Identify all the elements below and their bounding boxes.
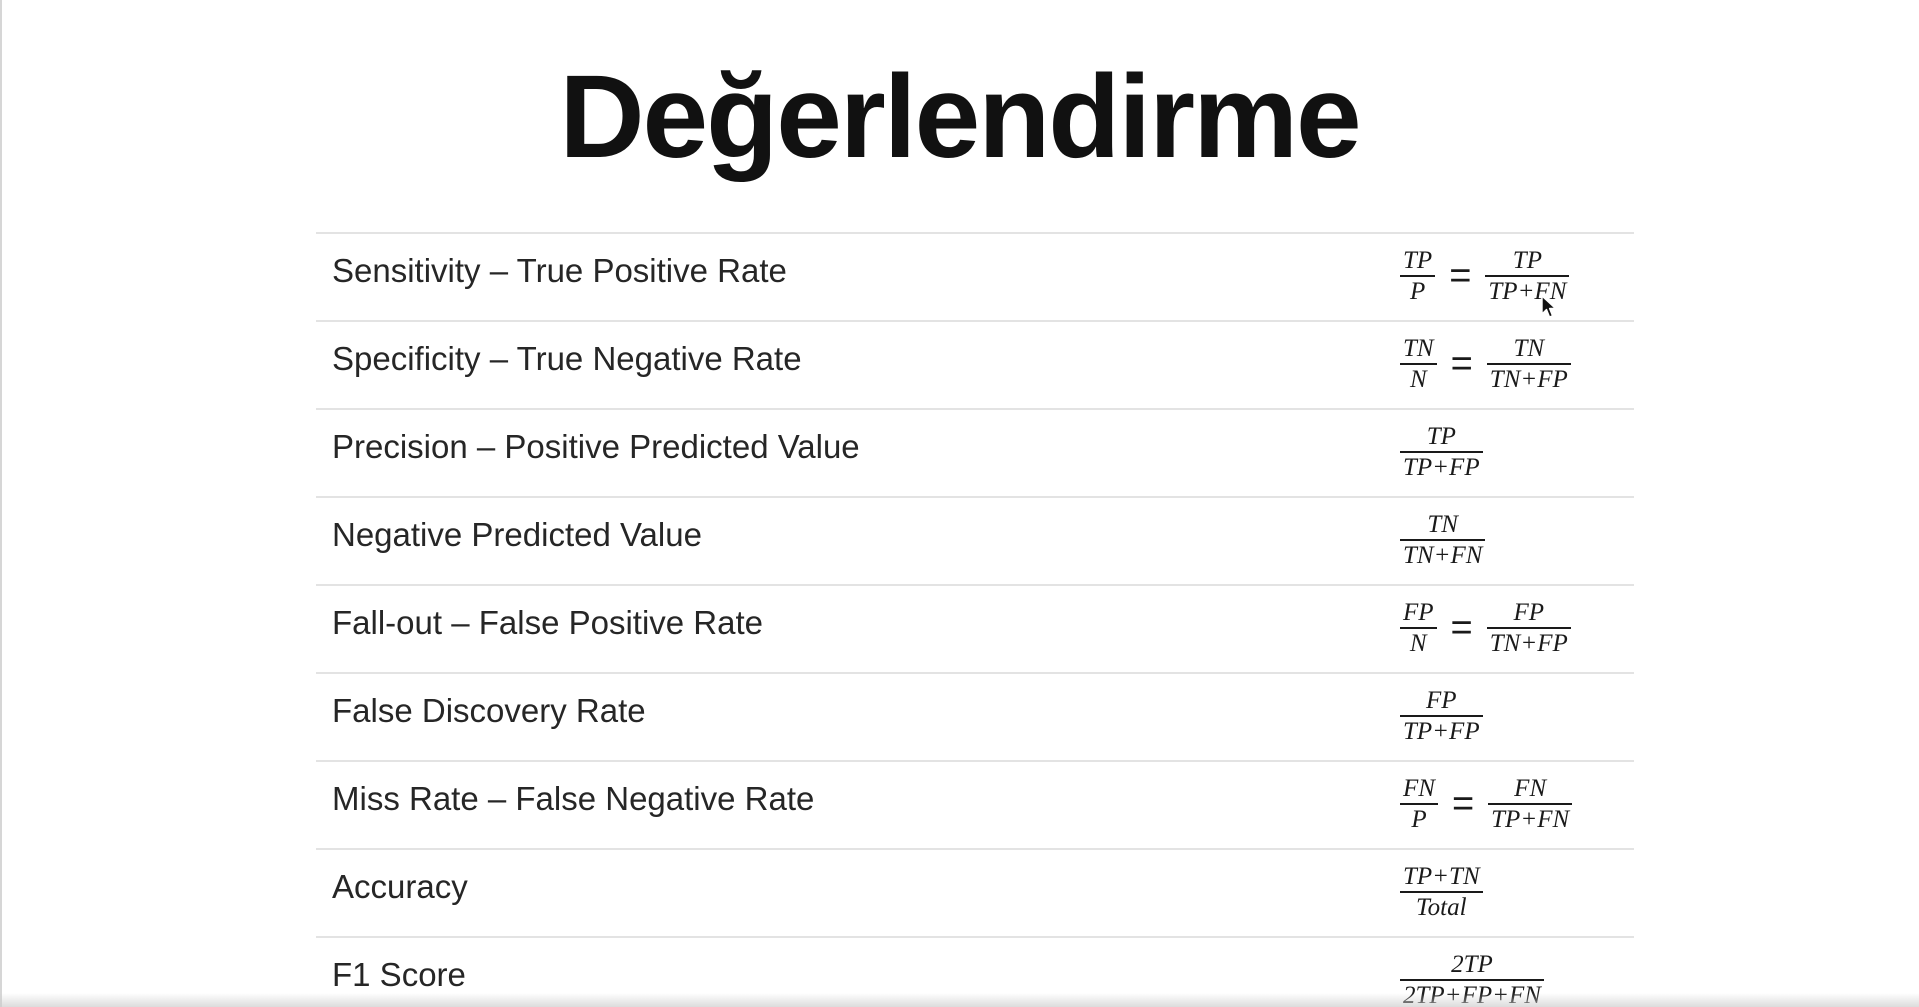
metric-formula: FP TP+FP xyxy=(1400,682,1483,750)
metric-row-fall-out: Fall-out – False Positive Rate FP N = FP… xyxy=(316,586,1634,674)
fraction-numerator: TN xyxy=(1400,335,1437,365)
fraction: TP+TN Total xyxy=(1400,863,1483,921)
metric-formula: TP+TN Total xyxy=(1400,858,1483,926)
slide: Değerlendirme Sensitivity – True Positiv… xyxy=(0,0,1919,1007)
equals-sign: = xyxy=(1450,607,1473,649)
fraction-denominator: TN+FN xyxy=(1403,542,1483,569)
fraction: FP N xyxy=(1400,599,1437,657)
fraction: FP TN+FP xyxy=(1486,599,1571,657)
fraction-denominator: Total xyxy=(1416,894,1467,921)
metric-row-accuracy: Accuracy TP+TN Total xyxy=(316,850,1634,938)
fraction-denominator: TN+FP xyxy=(1489,630,1568,657)
fraction-denominator: P xyxy=(1411,806,1427,833)
fraction-numerator: FP xyxy=(1400,599,1437,629)
metrics-table: Sensitivity – True Positive Rate TP P = … xyxy=(316,232,1634,1007)
fraction: TN N xyxy=(1400,335,1437,393)
fraction-numerator: FP xyxy=(1400,687,1483,717)
metric-name: Specificity – True Negative Rate xyxy=(332,340,802,377)
fraction-numerator: TN xyxy=(1486,335,1571,365)
fraction: TP P xyxy=(1400,247,1436,305)
metric-row-miss-rate: Miss Rate – False Negative Rate FN P = F… xyxy=(316,762,1634,850)
slide-title: Değerlendirme xyxy=(559,51,1361,183)
fraction-numerator: FN xyxy=(1488,775,1573,805)
metric-formula: FP N = FP TN+FP xyxy=(1400,594,1571,662)
metric-row-specificity: Specificity – True Negative Rate TN N = … xyxy=(316,322,1634,410)
fraction: TN TN+FP xyxy=(1486,335,1571,393)
metric-name: Precision – Positive Predicted Value xyxy=(332,428,860,465)
fraction: TN TN+FN xyxy=(1400,511,1486,569)
metric-row-sensitivity: Sensitivity – True Positive Rate TP P = … xyxy=(316,234,1634,322)
fraction-denominator: TP+FP xyxy=(1403,454,1480,481)
equals-sign: = xyxy=(1450,343,1473,385)
fraction: FN TP+FN xyxy=(1488,775,1573,833)
metric-name: Fall-out – False Positive Rate xyxy=(332,604,764,641)
fraction: FN P xyxy=(1400,775,1438,833)
fraction-numerator: TP+TN xyxy=(1400,863,1483,893)
fraction: TP TP+FP xyxy=(1400,423,1483,481)
equals-sign: = xyxy=(1449,255,1472,297)
equals-sign: = xyxy=(1451,783,1475,825)
bottom-edge-shadow xyxy=(0,993,1919,1007)
metric-name: Negative Predicted Value xyxy=(332,516,702,553)
fraction-denominator: N xyxy=(1409,630,1427,657)
fraction: FP TP+FP xyxy=(1400,687,1483,745)
fraction-denominator: TP+FN xyxy=(1491,806,1570,833)
fraction-numerator: FN xyxy=(1400,775,1438,805)
metric-row-negative-predicted-value: Negative Predicted Value TN TN+FN xyxy=(316,498,1634,586)
fraction-numerator: 2TP xyxy=(1400,951,1544,981)
fraction-numerator: TN xyxy=(1400,511,1486,541)
metric-formula: TN TN+FN xyxy=(1400,506,1486,574)
metric-name: F1 Score xyxy=(332,956,466,993)
metric-row-false-discovery-rate: False Discovery Rate FP TP+FP xyxy=(316,674,1634,762)
metric-row-precision: Precision – Positive Predicted Value TP … xyxy=(316,410,1634,498)
metric-formula: TP TP+FP xyxy=(1400,418,1483,486)
fraction-numerator: TP xyxy=(1485,247,1570,277)
metric-formula: TN N = TN TN+FP xyxy=(1400,330,1571,398)
fraction-denominator: N xyxy=(1409,366,1427,393)
fraction-numerator: FP xyxy=(1486,599,1571,629)
fraction-denominator: P xyxy=(1409,278,1426,305)
fraction-denominator: TP+FP xyxy=(1403,718,1480,745)
metric-formula: FN P = FN TP+FN xyxy=(1400,770,1573,838)
mouse-cursor-icon xyxy=(1541,295,1557,318)
metric-name: False Discovery Rate xyxy=(332,692,646,729)
fraction-denominator: TN+FP xyxy=(1489,366,1568,393)
metric-name: Sensitivity – True Positive Rate xyxy=(332,252,787,289)
fraction-numerator: TP xyxy=(1400,423,1483,453)
metric-name: Accuracy xyxy=(332,868,468,905)
fraction-numerator: TP xyxy=(1400,247,1436,277)
metric-name: Miss Rate – False Negative Rate xyxy=(332,780,815,817)
